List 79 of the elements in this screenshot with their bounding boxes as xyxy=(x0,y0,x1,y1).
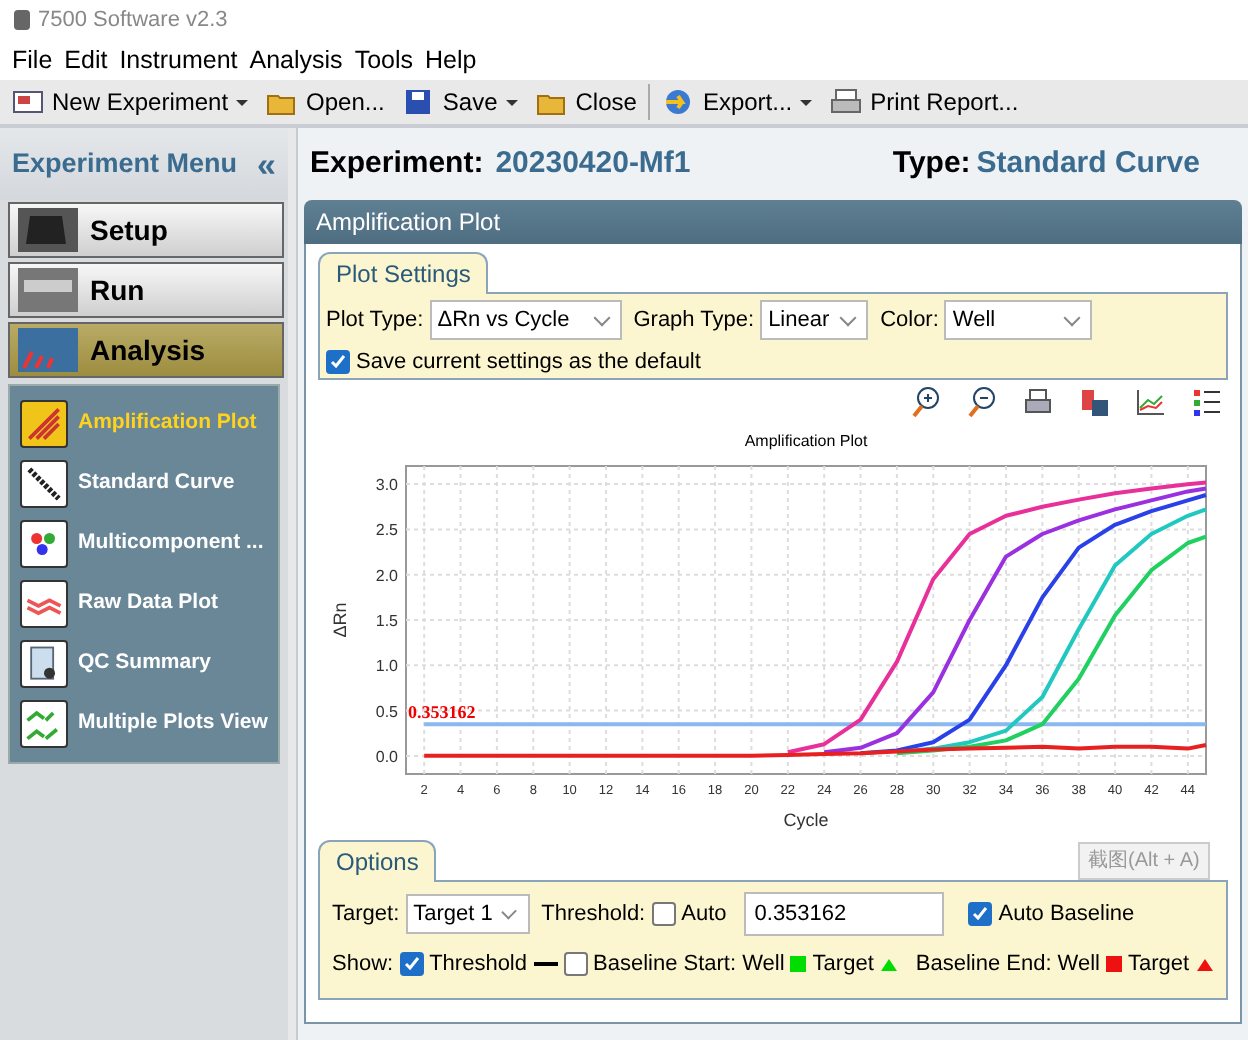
triangle-marker-icon xyxy=(879,957,898,972)
menu-item[interactable]: Analysis xyxy=(249,41,343,79)
tab[interactable]: Options xyxy=(318,840,437,882)
experiment-name: 20230420-Mf1 xyxy=(495,143,691,184)
legend-label: Baseline Start: Well xyxy=(593,950,785,980)
axis-title: ΔRn xyxy=(330,602,350,638)
toolbar-button[interactable]: Open... xyxy=(260,84,391,120)
line-icon xyxy=(533,962,557,967)
app-icon xyxy=(12,8,32,32)
toolbar-button[interactable]: Close xyxy=(529,84,643,120)
toolbar-button[interactable]: Save xyxy=(396,84,524,120)
legend-icon[interactable] xyxy=(1190,386,1222,418)
sidebar-item[interactable]: Raw Data Plot xyxy=(16,574,272,634)
axis-title: Cycle xyxy=(783,810,829,830)
checkbox-label: Threshold xyxy=(429,950,527,980)
sidebar-item[interactable]: Multicomponent ... xyxy=(16,514,272,574)
legend-label: Target xyxy=(1128,950,1190,980)
toolbar-button[interactable]: Print Report... xyxy=(824,84,1025,120)
axis-tick-label: 1.5 xyxy=(375,612,398,630)
report-icon xyxy=(20,640,68,688)
save-image-icon[interactable] xyxy=(1078,386,1110,418)
field-label: Graph Type: xyxy=(633,305,755,336)
field-label: Threshold: xyxy=(541,899,646,930)
checkbox[interactable] xyxy=(326,350,350,375)
document-icon xyxy=(12,86,44,118)
graph-type-dropdown[interactable]: Linear xyxy=(760,300,869,340)
sidebar-item[interactable]: QC Summary xyxy=(16,634,272,694)
field-label: Type: xyxy=(892,143,971,184)
axis-tick-label: 0.0 xyxy=(375,747,398,766)
sidebar-section[interactable]: Run xyxy=(8,262,284,318)
plot-type-dropdown[interactable]: ΔRn vs Cycle xyxy=(429,300,622,340)
threshold-value: 0.353162 xyxy=(408,702,476,723)
field-label: Experiment: xyxy=(310,143,484,184)
menu-item[interactable]: Tools xyxy=(354,41,413,79)
printer-icon xyxy=(830,86,863,118)
triangle-marker-icon xyxy=(1195,957,1214,972)
printer-icon[interactable] xyxy=(1022,386,1054,418)
sidebar-title: Experiment Menu xyxy=(12,145,238,182)
menu-item[interactable]: Instrument xyxy=(119,41,238,79)
sidebar-section[interactable]: Analysis xyxy=(8,322,284,378)
toolbar-button[interactable]: Export... xyxy=(656,84,819,120)
window-title: 7500 Software v2.3 xyxy=(38,5,228,36)
tab[interactable]: Plot Settings xyxy=(318,252,489,294)
experiment-type: Standard Curve xyxy=(976,143,1200,184)
target-dropdown[interactable]: Target 1 xyxy=(405,894,530,934)
legend-label: Target xyxy=(812,950,874,980)
chart-title: Amplification Plot xyxy=(744,432,868,450)
checkbox-label: Save current settings as the default xyxy=(356,348,701,378)
toolbar-button[interactable]: New Experiment xyxy=(6,84,255,120)
menu-item[interactable]: File xyxy=(12,41,53,79)
field-label: Plot Type: xyxy=(326,305,424,336)
tooltip: 截图(Alt + A) xyxy=(1078,842,1210,880)
sidebar-item[interactable]: Multiple Plots View xyxy=(16,694,272,754)
menu-item[interactable]: Edit xyxy=(64,41,108,79)
axis-tick-label: 2.0 xyxy=(375,566,398,585)
axis-tick-label: 0.5 xyxy=(375,702,398,721)
checkbox[interactable] xyxy=(563,952,587,977)
checkbox-label: Auto xyxy=(681,899,727,930)
collapse-button[interactable]: « xyxy=(257,147,276,181)
axis-tick-label: 2.5 xyxy=(375,521,398,540)
axis-tick-label: 3.0 xyxy=(375,476,398,495)
panel-title: Amplification Plot xyxy=(316,206,501,240)
threshold-field[interactable]: 0.353162 xyxy=(744,892,945,936)
axis-tick-label: 1.0 xyxy=(375,657,398,676)
checkbox[interactable] xyxy=(968,902,993,926)
field-label: Show: xyxy=(332,950,394,980)
checkbox[interactable] xyxy=(651,902,676,926)
zoom-out-icon[interactable] xyxy=(966,386,998,418)
field-label: Target: xyxy=(332,899,400,930)
zoom-in-icon[interactable] xyxy=(910,386,942,418)
checkbox-label: Auto Baseline xyxy=(998,899,1135,930)
sidebar-section[interactable]: Setup xyxy=(8,202,284,258)
field-label: Color: xyxy=(880,305,939,336)
checkbox[interactable] xyxy=(399,952,424,977)
legend-label: Baseline End: Well xyxy=(915,950,1100,980)
color-dropdown[interactable]: Well xyxy=(944,300,1093,340)
menu-item[interactable]: Help xyxy=(425,41,477,79)
sidebar-item[interactable]: Standard Curve xyxy=(16,454,272,514)
dots-icon xyxy=(20,520,68,568)
